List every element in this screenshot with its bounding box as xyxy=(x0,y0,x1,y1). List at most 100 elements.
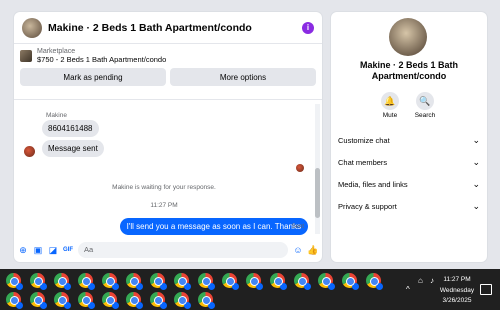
profile-badge-icon xyxy=(232,283,239,290)
sender-name: Makine xyxy=(46,112,67,119)
clock-date[interactable]: 3/26/2025 xyxy=(436,297,478,304)
more-options-button[interactable]: More options xyxy=(170,68,316,86)
chrome-taskbar-icon[interactable] xyxy=(102,273,119,290)
network-icon[interactable]: ⌂ xyxy=(418,276,423,285)
profile-badge-icon xyxy=(64,302,71,309)
profile-badge-icon xyxy=(16,302,23,309)
scrollbar-thumb[interactable] xyxy=(315,168,320,218)
section-privacy-support[interactable]: Privacy & support ⌄ xyxy=(338,201,480,212)
chrome-taskbar-icon[interactable] xyxy=(174,292,191,309)
chrome-taskbar-icon[interactable] xyxy=(6,273,23,290)
title-line: Apartment/condo xyxy=(371,71,447,81)
sticker-icon[interactable]: ◪ xyxy=(48,245,58,255)
avatar[interactable] xyxy=(22,17,42,38)
avatar[interactable] xyxy=(389,18,427,56)
chrome-taskbar-icon[interactable] xyxy=(222,273,239,290)
listing-thumbnail[interactable] xyxy=(20,50,32,62)
marketplace-label: Marketplace xyxy=(37,48,76,55)
message-list: Makine 8604161488 Message sent Makine is… xyxy=(14,102,322,238)
profile-badge-icon xyxy=(208,302,215,309)
chrome-taskbar-icon[interactable] xyxy=(318,273,335,290)
chrome-taskbar-icon[interactable] xyxy=(150,273,167,290)
profile-badge-icon xyxy=(136,283,143,290)
chrome-taskbar-icon[interactable] xyxy=(246,273,263,290)
image-icon[interactable]: ▣ xyxy=(33,245,43,255)
search-label: Search xyxy=(414,112,436,119)
chrome-taskbar-icon[interactable] xyxy=(30,292,47,309)
profile-badge-icon xyxy=(256,283,263,290)
section-label: Customize chat xyxy=(338,136,390,145)
marketplace-card: Marketplace $750 - 2 Beds 1 Bath Apartme… xyxy=(14,44,322,100)
profile-badge-icon xyxy=(16,283,23,290)
profile-badge-icon xyxy=(160,302,167,309)
profile-badge-icon xyxy=(280,283,287,290)
profile-badge-icon xyxy=(112,283,119,290)
chrome-taskbar-icon[interactable] xyxy=(270,273,287,290)
info-icon[interactable]: i xyxy=(302,21,314,34)
mark-as-pending-button[interactable]: Mark as pending xyxy=(20,68,166,86)
like-icon[interactable]: 👍 xyxy=(307,245,318,255)
chrome-taskbar-icon[interactable] xyxy=(6,292,23,309)
chrome-taskbar-icon[interactable] xyxy=(102,292,119,309)
profile-badge-icon xyxy=(40,283,47,290)
profile-badge-icon xyxy=(160,283,167,290)
chrome-taskbar-icon[interactable] xyxy=(78,273,95,290)
sender-avatar[interactable] xyxy=(24,146,35,157)
listing-title[interactable]: $750 - 2 Beds 1 Bath Apartment/condo xyxy=(37,55,166,64)
message-bubble-incoming[interactable]: 8604161488 xyxy=(42,120,99,137)
profile-badge-icon xyxy=(88,283,95,290)
chevron-up-icon[interactable]: ^ xyxy=(406,285,410,294)
chevron-down-icon: ⌄ xyxy=(472,135,480,145)
chrome-taskbar-icon[interactable] xyxy=(342,273,359,290)
message-input[interactable]: Aa xyxy=(78,242,288,258)
profile-badge-icon xyxy=(64,283,71,290)
chrome-taskbar-icon[interactable] xyxy=(198,292,215,309)
mute-button[interactable]: 🔔 Mute xyxy=(375,92,405,119)
composer: ⊕ ▣ ◪ GIF Aa ☺ 👍 xyxy=(14,238,322,262)
profile-badge-icon xyxy=(184,302,191,309)
chat-panel: Makine · 2 Beds 1 Bath Apartment/condo i… xyxy=(14,12,322,262)
profile-badge-icon xyxy=(40,302,47,309)
chevron-down-icon: ⌄ xyxy=(472,201,480,211)
chat-title[interactable]: Makine · 2 Beds 1 Bath Apartment/condo xyxy=(48,22,296,34)
conversation-info-panel: Makine · 2 Beds 1 Bath Apartment/condo 🔔… xyxy=(331,12,487,262)
chrome-taskbar-icon[interactable] xyxy=(294,273,311,290)
chrome-taskbar-icon[interactable] xyxy=(198,273,215,290)
read-receipt-avatar xyxy=(296,164,304,172)
sent-status: Sent xyxy=(291,224,304,230)
message-bubble-incoming[interactable]: Message sent xyxy=(42,140,104,157)
chevron-down-icon: ⌄ xyxy=(472,179,480,189)
clock-time[interactable]: 11:27 PM xyxy=(440,276,474,283)
chrome-taskbar-icon[interactable] xyxy=(78,292,95,309)
chrome-taskbar-icon[interactable] xyxy=(126,273,143,290)
chevron-down-icon: ⌄ xyxy=(472,157,480,167)
chrome-taskbar-icon[interactable] xyxy=(366,273,383,290)
profile-badge-icon xyxy=(304,283,311,290)
taskbar xyxy=(0,269,500,310)
section-chat-members[interactable]: Chat members ⌄ xyxy=(338,157,480,168)
volume-icon[interactable]: ♪ xyxy=(430,276,434,285)
chrome-taskbar-icon[interactable] xyxy=(150,292,167,309)
notification-icon[interactable] xyxy=(480,284,492,295)
chrome-taskbar-icon[interactable] xyxy=(54,292,71,309)
chrome-taskbar-icon[interactable] xyxy=(126,292,143,309)
message-bubble-outgoing[interactable]: I'll send you a message as soon as I can… xyxy=(119,218,308,235)
emoji-icon[interactable]: ☺ xyxy=(293,245,303,255)
plus-icon[interactable]: ⊕ xyxy=(18,245,28,255)
clock-day[interactable]: Wednesday xyxy=(436,287,478,294)
chrome-taskbar-icon[interactable] xyxy=(30,273,47,290)
chrome-taskbar-icon[interactable] xyxy=(174,273,191,290)
section-media-files-links[interactable]: Media, files and links ⌄ xyxy=(338,179,480,190)
search-button[interactable]: 🔍 Search xyxy=(410,92,440,119)
profile-badge-icon xyxy=(376,283,383,290)
profile-badge-icon xyxy=(136,302,143,309)
profile-badge-icon xyxy=(112,302,119,309)
chrome-taskbar-icon[interactable] xyxy=(54,273,71,290)
section-label: Media, files and links xyxy=(338,180,408,189)
mute-label: Mute xyxy=(382,112,398,119)
scrollbar[interactable] xyxy=(315,104,320,234)
gif-icon[interactable]: GIF xyxy=(63,245,73,255)
section-customize-chat[interactable]: Customize chat ⌄ xyxy=(338,135,480,146)
bell-icon: 🔔 xyxy=(381,92,399,110)
section-label: Chat members xyxy=(338,158,388,167)
